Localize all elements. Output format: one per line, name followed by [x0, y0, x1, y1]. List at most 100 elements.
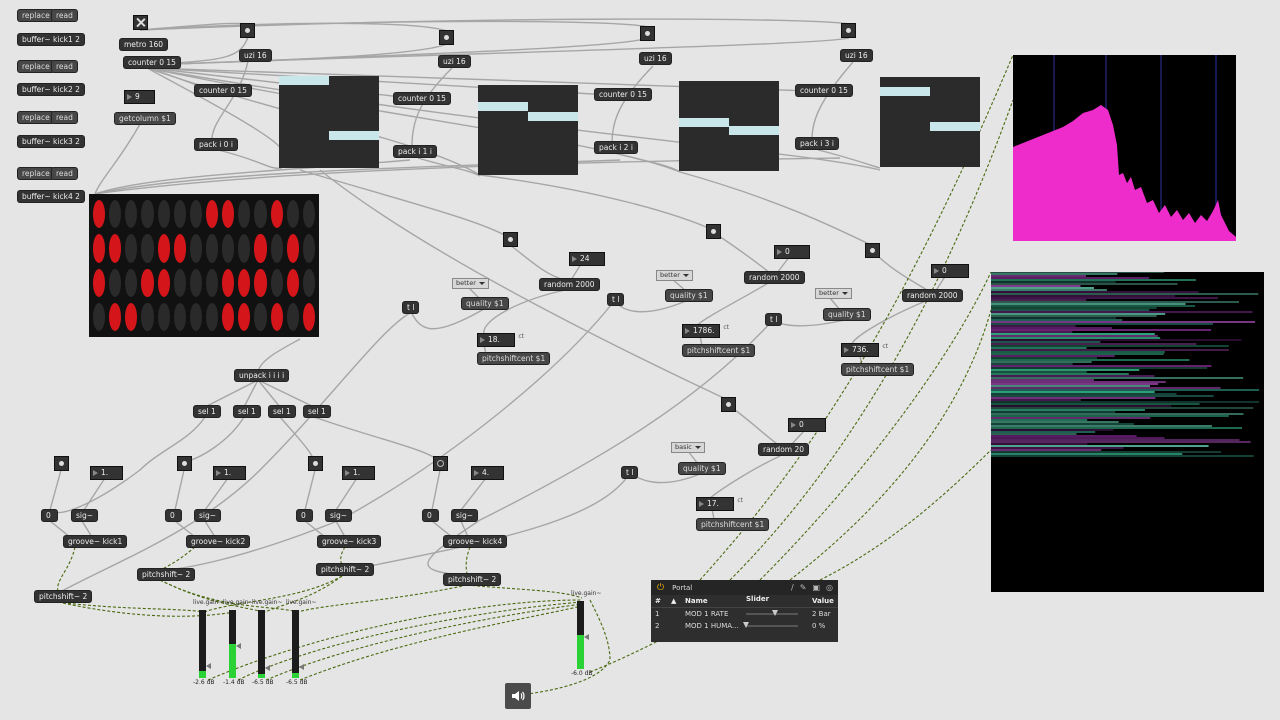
uzi-object-3[interactable]: uzi 16 — [640, 53, 671, 64]
pack-object-1[interactable]: pack i 0 i — [195, 139, 237, 150]
play-bang-2[interactable] — [178, 457, 191, 470]
step-cell[interactable] — [109, 302, 122, 331]
read-message-2[interactable]: read — [52, 61, 77, 72]
step-cell[interactable] — [270, 234, 283, 263]
cent-number-3[interactable]: 736. ct — [842, 343, 888, 356]
step-cell[interactable] — [157, 234, 170, 263]
step-cell[interactable] — [189, 234, 202, 263]
step-cell[interactable] — [205, 200, 219, 229]
pitchshiftcent-message-4[interactable]: pitchshiftcent $1 — [697, 519, 769, 530]
trigger-object-2[interactable]: t l — [608, 294, 624, 305]
zero-message-2[interactable]: 0 — [166, 510, 181, 521]
column-number-box[interactable]: 9 — [125, 91, 154, 103]
step-cell[interactable] — [238, 302, 251, 331]
step-cell[interactable] — [205, 234, 219, 263]
random-object-3[interactable]: random 2000 — [903, 290, 962, 301]
cent-number-2[interactable]: 1786. ct — [683, 324, 729, 337]
step-cell[interactable] — [222, 302, 235, 331]
step-sequencer-matrix[interactable] — [89, 194, 319, 337]
step-cell[interactable] — [286, 302, 299, 331]
table-display-3[interactable] — [679, 81, 779, 171]
quality-menu-3[interactable]: better — [816, 289, 851, 298]
step-cell[interactable] — [302, 268, 315, 297]
pencil-icon[interactable]: / — [791, 583, 794, 592]
random-bang-2[interactable] — [707, 225, 720, 238]
step-cell[interactable] — [238, 268, 251, 297]
groove-object-1[interactable]: groove~ kick1 — [64, 536, 127, 547]
quality-message-1[interactable]: quality $1 — [462, 298, 508, 309]
row-value[interactable]: 2 Bar — [812, 610, 838, 618]
counter-object-1[interactable]: counter 0 15 — [195, 85, 251, 96]
sel-object-1[interactable]: sel 1 — [194, 406, 220, 417]
play-bang-4[interactable] — [434, 457, 447, 470]
zero-message-1[interactable]: 0 — [42, 510, 57, 521]
search-icon[interactable]: ◎ — [826, 583, 833, 592]
gain-meter-track[interactable] — [577, 601, 589, 669]
step-cell[interactable] — [173, 268, 186, 297]
pitchshift-object-2[interactable]: pitchshift~ 2 — [138, 569, 195, 580]
buffer-object-kick2[interactable]: buffer~ kick2 2 — [18, 84, 84, 95]
gain-meter-track[interactable] — [258, 610, 270, 678]
gain-knob-icon[interactable] — [584, 634, 589, 640]
zero-message-4[interactable]: 0 — [423, 510, 438, 521]
gain-knob-icon[interactable] — [206, 663, 211, 669]
step-cell[interactable] — [109, 234, 122, 263]
random-object-4[interactable]: random 20 — [759, 444, 809, 455]
step-cell[interactable] — [302, 302, 315, 331]
quality-message-3[interactable]: quality $1 — [824, 309, 870, 320]
counter-object-3[interactable]: counter 0 15 — [595, 89, 651, 100]
step-cell[interactable] — [109, 268, 122, 297]
step-cell[interactable] — [173, 234, 186, 263]
pitchshift-object-1[interactable]: pitchshift~ 2 — [35, 591, 92, 602]
wrench-icon[interactable]: ✎ — [800, 583, 807, 592]
step-cell[interactable] — [270, 268, 283, 297]
step-cell[interactable] — [254, 200, 267, 229]
random-bang-3[interactable] — [866, 244, 879, 257]
step-cell[interactable] — [189, 268, 202, 297]
pack-object-4[interactable]: pack i 3 i — [796, 138, 838, 149]
table-display-4[interactable] — [880, 77, 980, 167]
step-cell[interactable] — [125, 200, 138, 229]
column-name-header[interactable]: Name — [685, 597, 746, 605]
uzi-bang-4[interactable] — [842, 24, 855, 37]
step-cell[interactable] — [157, 302, 170, 331]
step-cell[interactable] — [157, 200, 170, 229]
step-cell[interactable] — [286, 200, 299, 229]
read-message-3[interactable]: read — [52, 112, 77, 123]
trigger-object-1[interactable]: t l — [403, 302, 419, 313]
row-slider[interactable] — [746, 608, 812, 620]
pitchshiftcent-message-2[interactable]: pitchshiftcent $1 — [683, 345, 755, 356]
buffer-object-kick3[interactable]: buffer~ kick3 2 — [18, 136, 84, 147]
step-cell[interactable] — [302, 200, 315, 229]
uzi-bang-1[interactable] — [241, 24, 254, 37]
sig-object-3[interactable]: sig~ — [326, 510, 352, 521]
step-cell[interactable] — [157, 268, 170, 297]
column-slider-header[interactable]: Slider — [746, 595, 812, 607]
gain-meter-track[interactable] — [199, 610, 211, 678]
metro-object[interactable]: metro 160 — [120, 39, 168, 50]
step-cell[interactable] — [141, 268, 154, 297]
step-cell[interactable] — [93, 200, 106, 229]
random-range-number[interactable]: 24 — [570, 253, 604, 265]
step-cell[interactable] — [93, 234, 106, 263]
portal-device[interactable]: ⏻ Portal / ✎ ▣ ◎ # ▲ Name Slider Value 1… — [651, 580, 838, 642]
step-cell[interactable] — [141, 302, 154, 331]
counter-main-object[interactable]: counter 0 15 — [124, 57, 180, 68]
uzi-object-4[interactable]: uzi 16 — [841, 50, 872, 61]
step-cell[interactable] — [238, 200, 251, 229]
step-cell[interactable] — [125, 302, 138, 331]
random-object-2[interactable]: random 2000 — [745, 272, 804, 283]
pitchshiftcent-message-3[interactable]: pitchshiftcent $1 — [842, 364, 914, 375]
uzi-object-1[interactable]: uzi 16 — [240, 50, 271, 61]
camera-icon[interactable]: ▣ — [812, 583, 820, 592]
uzi-bang-2[interactable] — [440, 31, 453, 44]
step-cell[interactable] — [205, 268, 219, 297]
gain-meter-track[interactable] — [292, 610, 304, 678]
step-cell[interactable] — [270, 200, 283, 229]
table-display-1[interactable] — [279, 76, 379, 168]
quality-menu-4[interactable]: basic — [672, 443, 704, 452]
step-cell[interactable] — [286, 234, 299, 263]
quality-message-2[interactable]: quality $1 — [666, 290, 712, 301]
zero-number-4[interactable]: 0 — [789, 419, 825, 431]
pitchshiftcent-message-1[interactable]: pitchshiftcent $1 — [478, 353, 550, 364]
